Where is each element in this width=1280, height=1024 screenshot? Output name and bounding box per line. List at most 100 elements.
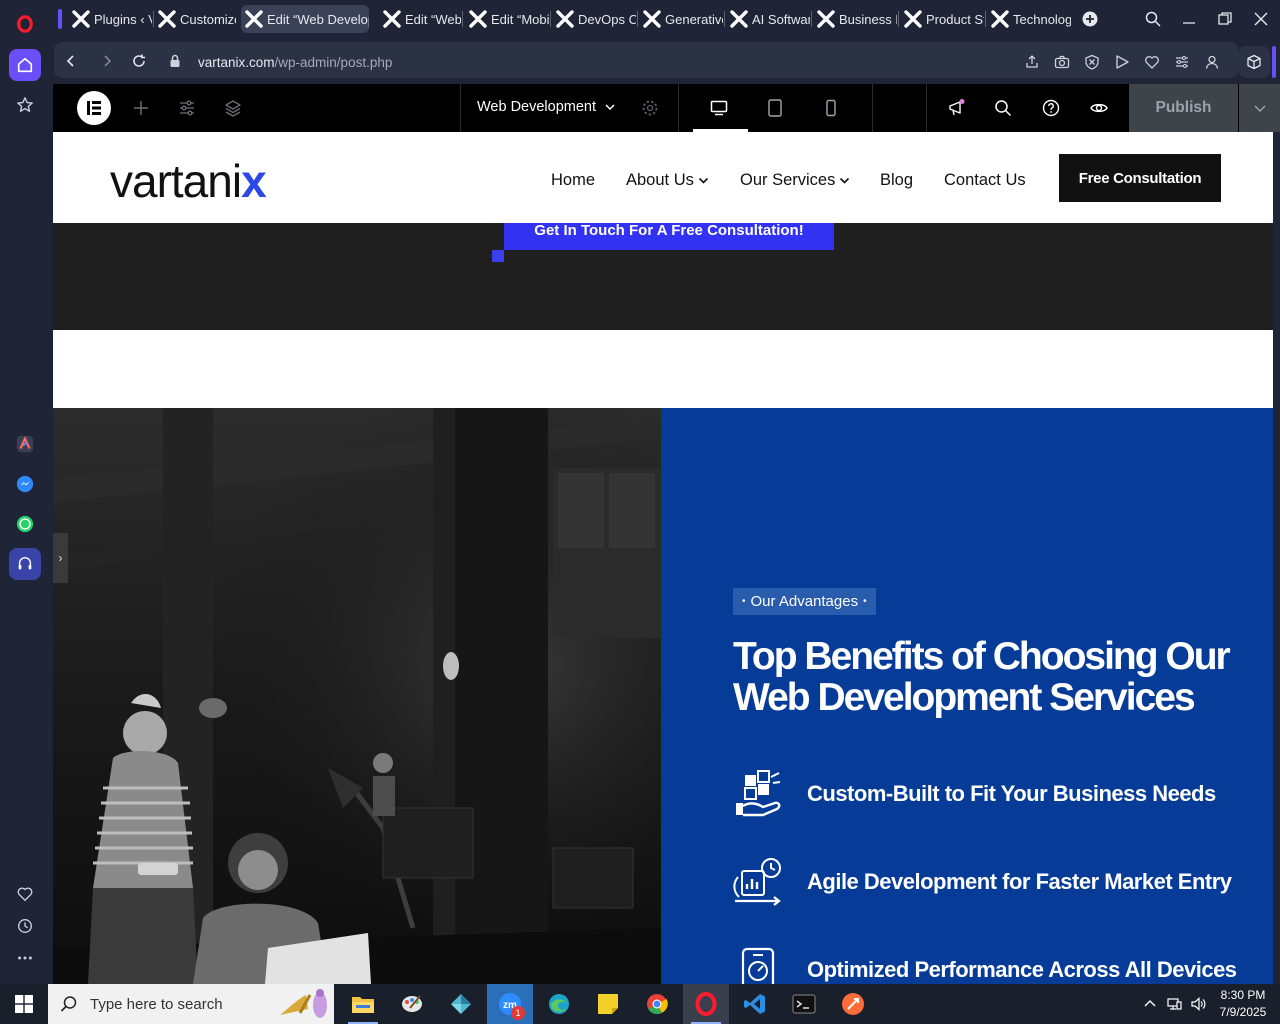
nav-home[interactable]: Home <box>551 171 595 190</box>
site-settings-sliders-icon[interactable] <box>178 99 196 117</box>
structure-layers-icon[interactable] <box>224 99 242 117</box>
x-favicon-icon <box>158 10 176 28</box>
vscode-icon[interactable] <box>732 984 778 1024</box>
tab-generative[interactable]: Generative <box>641 5 723 33</box>
workspace-indicator <box>58 9 62 29</box>
nav-blog[interactable]: Blog <box>880 171 913 190</box>
postman-icon[interactable] <box>830 984 876 1024</box>
notifications-megaphone-icon[interactable] <box>947 99 965 117</box>
file-explorer-icon[interactable] <box>340 984 386 1024</box>
sticky-notes-icon[interactable] <box>585 984 631 1024</box>
minimize-icon[interactable] <box>1179 9 1199 29</box>
whatsapp-icon[interactable] <box>9 508 41 540</box>
opera-browser-icon[interactable] <box>683 984 729 1024</box>
history-clock-icon[interactable] <box>9 910 41 942</box>
forward-arrow-icon[interactable] <box>100 54 114 68</box>
tab-edit-mobile[interactable]: Edit “Mobi <box>467 5 549 33</box>
desktop-view-icon[interactable] <box>710 99 728 117</box>
x-favicon-icon <box>730 10 748 28</box>
search-placeholder: Type here to search <box>90 995 223 1013</box>
taskbar-search[interactable]: Type here to search <box>48 984 334 1024</box>
help-question-icon[interactable] <box>1042 99 1060 117</box>
address-bar-row: vartanix.com/wp-admin/post.php <box>50 38 1280 84</box>
nav-our-services[interactable]: Our Services <box>740 171 850 190</box>
volume-icon[interactable] <box>1190 996 1206 1012</box>
tab-separator <box>724 11 725 27</box>
back-arrow-icon[interactable] <box>64 54 78 68</box>
elementor-logo-icon[interactable] <box>77 91 111 125</box>
chrome-browser-icon[interactable] <box>634 984 680 1024</box>
bookmark-heart-icon[interactable] <box>1144 54 1160 70</box>
publish-options-button[interactable] <box>1239 84 1280 132</box>
new-tab-plus-icon[interactable] <box>1080 9 1100 29</box>
element-resize-handle[interactable] <box>492 250 504 262</box>
close-icon[interactable] <box>1251 9 1271 29</box>
tab-customize[interactable]: Customize <box>156 5 236 33</box>
tab-business[interactable]: Business Pi <box>815 5 897 33</box>
tab-plugins[interactable]: Plugins ‹ V <box>70 5 152 33</box>
address-bar: vartanix.com/wp-admin/post.php <box>54 42 1238 78</box>
tab-strip: Plugins ‹ V Customize Edit “Web Develop … <box>50 0 1280 38</box>
benefit-item: Custom-Built to Fit Your Business Needs <box>733 769 1216 819</box>
tab-label: Customize <box>180 11 236 27</box>
show-hidden-icons-chevron-icon[interactable] <box>1142 996 1158 1012</box>
nav-label: Blog <box>880 171 914 189</box>
publish-button[interactable]: Publish <box>1129 84 1238 132</box>
messenger-icon[interactable] <box>9 468 41 500</box>
share-icon[interactable] <box>1024 54 1040 70</box>
system-clock[interactable]: 8:30 PM 7/9/2025 <box>1210 987 1276 1021</box>
tab-search-icon[interactable] <box>1143 9 1163 29</box>
page-settings-gear-icon[interactable] <box>641 99 659 117</box>
snapshot-camera-icon[interactable] <box>1054 54 1070 70</box>
home-icon[interactable] <box>9 49 41 81</box>
terminal-icon[interactable] <box>781 984 827 1024</box>
tab-ai-software[interactable]: AI Software <box>728 5 810 33</box>
tab-technology[interactable]: Technolog <box>989 5 1071 33</box>
tab-edit-web[interactable]: Edit “Web <box>381 5 461 33</box>
panel-toggle-chevron-icon[interactable]: › <box>53 533 68 583</box>
url-field[interactable]: vartanix.com/wp-admin/post.php <box>198 55 392 70</box>
add-element-plus-icon[interactable] <box>132 99 150 117</box>
tab-separator <box>462 11 463 27</box>
nav-about-us[interactable]: About Us <box>626 171 709 190</box>
site-logo[interactable]: vartanix <box>110 154 267 208</box>
tablet-view-icon[interactable] <box>766 99 784 117</box>
zoom-app-icon[interactable]: zm 1 <box>487 984 533 1024</box>
cta-section: Get In Touch For A Free Consultation! <box>53 223 1273 330</box>
opera-logo-icon[interactable] <box>9 8 41 40</box>
tab-product[interactable]: Product St <box>902 5 984 33</box>
music-player-icon[interactable] <box>9 548 41 580</box>
tab-label: Edit “Web <box>405 11 461 27</box>
mobile-view-icon[interactable] <box>822 99 840 117</box>
free-consultation-button[interactable]: Free Consultation <box>1059 154 1221 202</box>
easy-setup-icon[interactable] <box>1174 54 1190 70</box>
profile-icon[interactable] <box>1204 54 1220 70</box>
finder-search-icon[interactable] <box>994 99 1012 117</box>
get-in-touch-button[interactable]: Get In Touch For A Free Consultation! <box>504 223 834 250</box>
page-settings-dropdown[interactable]: Web Development <box>477 99 616 115</box>
nav-contact-us[interactable]: Contact Us <box>944 171 1026 190</box>
tab-edit-web-development[interactable]: Edit “Web Develop <box>241 5 369 33</box>
restore-icon[interactable] <box>1215 9 1235 29</box>
more-dots-icon[interactable] <box>9 942 41 974</box>
preview-eye-icon[interactable] <box>1090 99 1108 117</box>
network-icon[interactable] <box>1166 996 1182 1012</box>
paint-app-icon[interactable] <box>389 984 435 1024</box>
edge-browser-icon[interactable] <box>536 984 582 1024</box>
speed-dial-star-icon[interactable] <box>9 89 41 121</box>
ad-blocker-shield-icon[interactable] <box>1084 54 1100 70</box>
site-logo-text: vartani <box>110 155 242 207</box>
diamond-app-icon[interactable] <box>438 984 484 1024</box>
player-play-icon[interactable] <box>1114 54 1130 70</box>
lock-icon[interactable] <box>168 54 182 68</box>
windows-start-icon[interactable] <box>0 984 48 1024</box>
extensions-cube-icon[interactable] <box>1238 46 1270 78</box>
my-flow-heart-icon[interactable] <box>9 878 41 910</box>
tab-devops[interactable]: DevOps Cc <box>554 5 636 33</box>
search-highlight-icon <box>280 989 327 1018</box>
bullet-dot-icon: • <box>742 596 746 607</box>
nav-label: Home <box>551 171 596 189</box>
site-logo-accent: x <box>241 155 267 207</box>
aria-ai-icon[interactable] <box>9 428 41 460</box>
reload-icon[interactable] <box>132 54 146 68</box>
